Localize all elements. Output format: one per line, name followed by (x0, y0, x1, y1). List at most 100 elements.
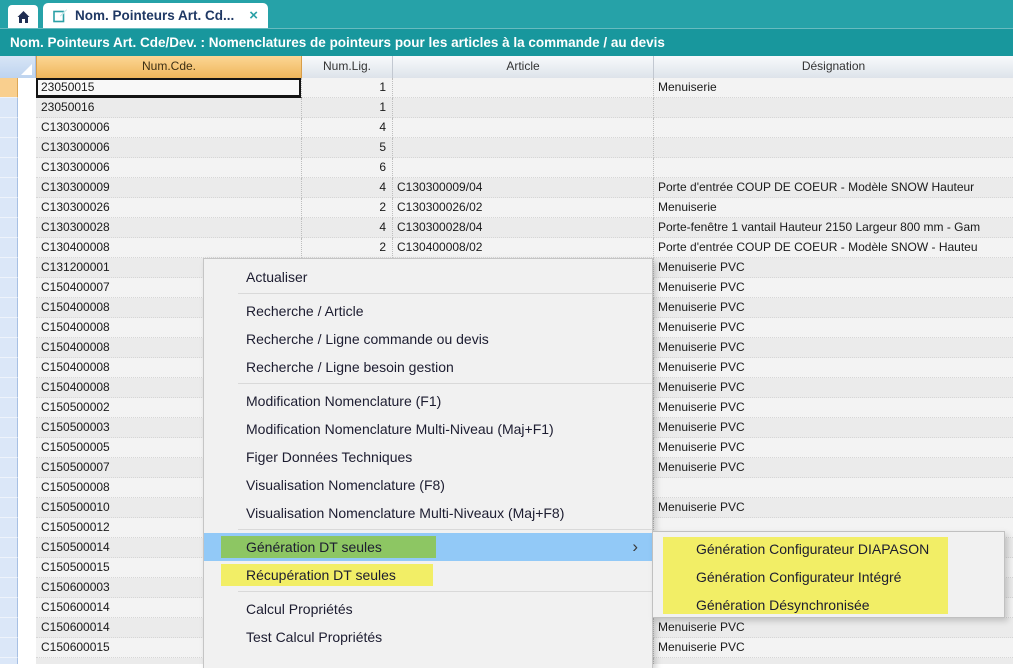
menu-item[interactable]: Visualisation Nomenclature Multi-Niveaux… (204, 499, 652, 527)
cell-designation[interactable]: Menuiserie PVC (654, 638, 1013, 658)
column-header-num-lig[interactable]: Num.Lig. (302, 56, 393, 78)
row-selector[interactable] (0, 658, 18, 664)
column-header-num-cde[interactable]: Num.Cde. (36, 56, 302, 78)
row-selector[interactable] (0, 538, 18, 558)
select-all-corner[interactable] (0, 56, 36, 78)
submenu-item[interactable]: Génération Configurateur DIAPASON (653, 535, 1004, 563)
row-selector[interactable] (0, 218, 18, 238)
cell-article[interactable] (393, 138, 654, 158)
cell-designation[interactable]: Porte d'entrée COUP DE COEUR - Modèle SN… (654, 238, 1013, 258)
row-selector[interactable] (0, 258, 18, 278)
menu-item[interactable]: Recherche / Ligne besoin gestion (204, 353, 652, 381)
row-selector[interactable] (0, 398, 18, 418)
cell-designation[interactable]: Menuiserie PVC (654, 618, 1013, 638)
cell-num-lig[interactable]: 6 (302, 158, 393, 178)
cell-article[interactable] (393, 158, 654, 178)
row-selector[interactable] (0, 418, 18, 438)
row-selector[interactable] (0, 78, 18, 98)
cell-designation[interactable] (654, 478, 1013, 498)
row-selector[interactable] (0, 638, 18, 658)
cell-num-lig[interactable]: 4 (302, 218, 393, 238)
cell-num-lig[interactable]: 5 (302, 138, 393, 158)
row-selector[interactable] (0, 278, 18, 298)
cell-num-cde[interactable]: 23050015 (36, 78, 302, 98)
table-row[interactable]: C1303000262C130300026/02Menuiserie (0, 198, 1013, 218)
row-selector[interactable] (0, 358, 18, 378)
menu-item[interactable]: Recherche / Ligne commande ou devis (204, 325, 652, 353)
menu-item[interactable]: Recherche / Article (204, 297, 652, 325)
table-row[interactable]: 230500161 (0, 98, 1013, 118)
cell-num-lig[interactable]: 2 (302, 198, 393, 218)
cell-designation[interactable]: Menuiserie PVC (654, 458, 1013, 478)
table-row[interactable]: C1303000284C130300028/04Porte-fenêtre 1 … (0, 218, 1013, 238)
cell-num-cde[interactable]: C130300028 (36, 218, 302, 238)
row-selector[interactable] (0, 178, 18, 198)
cell-designation[interactable]: Menuiserie PVC (654, 398, 1013, 418)
cell-designation[interactable] (654, 138, 1013, 158)
cell-num-cde[interactable]: C130300009 (36, 178, 302, 198)
cell-designation[interactable]: Menuiserie PVC (654, 358, 1013, 378)
menu-item[interactable]: Figer Données Techniques (204, 443, 652, 471)
row-selector[interactable] (0, 238, 18, 258)
cell-article[interactable] (393, 118, 654, 138)
cell-designation[interactable]: Menuiserie PVC (654, 298, 1013, 318)
row-selector[interactable] (0, 478, 18, 498)
cell-designation[interactable] (654, 158, 1013, 178)
table-row[interactable]: 230500151Menuiserie (0, 78, 1013, 98)
cell-designation[interactable]: Menuiserie PVC (654, 338, 1013, 358)
menu-item[interactable]: Visualisation Nomenclature (F8) (204, 471, 652, 499)
table-row[interactable]: C1303000066 (0, 158, 1013, 178)
submenu-item[interactable]: Génération Désynchronisée (653, 591, 1004, 619)
row-selector[interactable] (0, 458, 18, 478)
table-row[interactable]: C1303000065 (0, 138, 1013, 158)
column-header-article[interactable]: Article (393, 56, 654, 78)
row-selector[interactable] (0, 598, 18, 618)
cell-num-cde[interactable]: C130400008 (36, 238, 302, 258)
cell-article[interactable] (393, 98, 654, 118)
row-selector[interactable] (0, 618, 18, 638)
row-selector[interactable] (0, 518, 18, 538)
row-selector[interactable] (0, 558, 18, 578)
table-row[interactable]: C1303000064 (0, 118, 1013, 138)
cell-num-lig[interactable]: 1 (302, 98, 393, 118)
cell-designation[interactable]: Porte d'entrée COUP DE COEUR - Modèle SN… (654, 178, 1013, 198)
cell-num-lig[interactable]: 1 (302, 78, 393, 98)
submenu-item[interactable]: Génération Configurateur Intégré (653, 563, 1004, 591)
cell-designation[interactable] (654, 98, 1013, 118)
cell-article[interactable]: C130400008/02 (393, 238, 654, 258)
cell-num-cde[interactable]: C130300006 (36, 158, 302, 178)
menu-item[interactable]: Récupération DT seules (204, 561, 652, 589)
cell-designation[interactable]: Menuiserie PVC (654, 278, 1013, 298)
row-selector[interactable] (0, 578, 18, 598)
cell-designation[interactable] (654, 658, 1013, 664)
row-selector[interactable] (0, 298, 18, 318)
cell-designation[interactable]: Menuiserie (654, 198, 1013, 218)
cell-num-cde[interactable]: C130300026 (36, 198, 302, 218)
menu-item[interactable]: Actualiser (204, 263, 652, 291)
row-selector[interactable] (0, 498, 18, 518)
cell-designation[interactable]: Menuiserie PVC (654, 498, 1013, 518)
cell-designation[interactable]: Porte-fenêtre 1 vantail Hauteur 2150 Lar… (654, 218, 1013, 238)
row-selector[interactable] (0, 438, 18, 458)
menu-item[interactable]: Génération DT seules› (204, 533, 652, 561)
row-selector[interactable] (0, 338, 18, 358)
cell-num-lig[interactable]: 2 (302, 238, 393, 258)
table-row[interactable]: C1304000082C130400008/02Porte d'entrée C… (0, 238, 1013, 258)
cell-num-cde[interactable]: C130300006 (36, 118, 302, 138)
row-selector[interactable] (0, 98, 18, 118)
menu-item[interactable]: Calcul Propriétés (204, 595, 652, 623)
row-selector[interactable] (0, 378, 18, 398)
menu-item[interactable]: Test Calcul Propriétés (204, 623, 652, 651)
cell-num-lig[interactable]: 4 (302, 118, 393, 138)
cell-designation[interactable]: Menuiserie PVC (654, 438, 1013, 458)
cell-designation[interactable] (654, 118, 1013, 138)
home-tab[interactable] (8, 5, 38, 28)
cell-num-lig[interactable]: 4 (302, 178, 393, 198)
cell-article[interactable]: C130300026/02 (393, 198, 654, 218)
cell-num-cde[interactable]: C130300006 (36, 138, 302, 158)
column-header-designation[interactable]: Désignation (654, 56, 1013, 78)
cell-article[interactable]: C130300028/04 (393, 218, 654, 238)
active-tab[interactable]: Nom. Pointeurs Art. Cd... × (43, 3, 268, 28)
menu-item[interactable]: Modification Nomenclature Multi-Niveau (… (204, 415, 652, 443)
row-selector[interactable] (0, 138, 18, 158)
